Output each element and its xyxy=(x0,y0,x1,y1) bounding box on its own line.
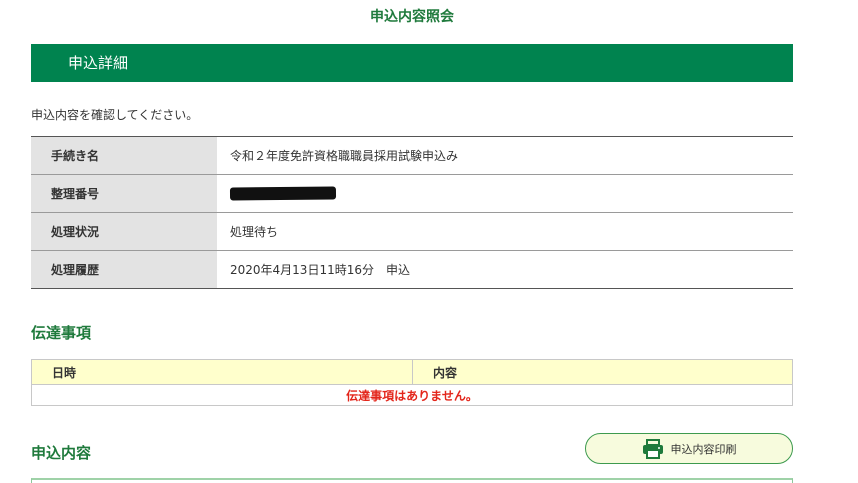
detail-banner: 申込詳細 xyxy=(31,44,793,82)
detail-table: 手続き名 令和２年度免許資格職職員採用試験申込み 整理番号 処理状況 処理待ち … xyxy=(31,136,793,289)
detail-label: 整理番号 xyxy=(31,175,217,212)
detail-label: 手続き名 xyxy=(31,137,217,174)
detail-value: 2020年4月13日11時16分 申込 xyxy=(230,263,410,277)
detail-value: 処理待ち xyxy=(230,225,279,239)
printer-icon xyxy=(642,438,663,459)
messages-empty-notice: 伝達事項はありません。 xyxy=(31,385,793,406)
column-header-content: 内容 xyxy=(433,365,458,380)
messages-table-header: 日時 内容 xyxy=(31,359,793,385)
detail-row-history: 処理履歴 2020年4月13日11時16分 申込 xyxy=(31,251,793,289)
messages-table: 日時 内容 伝達事項はありません。 xyxy=(31,359,793,406)
detail-label: 処理状況 xyxy=(31,213,217,250)
application-heading: 申込内容 xyxy=(31,444,92,462)
detail-label: 処理履歴 xyxy=(31,251,217,288)
detail-row-status: 処理状況 処理待ち xyxy=(31,213,793,251)
detail-row-procedure-name: 手続き名 令和２年度免許資格職職員採用試験申込み xyxy=(31,137,793,175)
messages-heading: 伝達事項 xyxy=(31,324,92,342)
instruction-text: 申込内容を確認してください。 xyxy=(31,108,199,122)
page-title: 申込内容照会 xyxy=(370,9,454,25)
application-content-box xyxy=(31,478,793,483)
detail-row-reference-number: 整理番号 xyxy=(31,175,793,213)
print-application-button[interactable]: 申込内容印刷 xyxy=(585,433,793,464)
detail-value xyxy=(217,175,793,212)
redacted-reference-number xyxy=(229,186,337,201)
print-button-label: 申込内容印刷 xyxy=(670,442,737,456)
detail-value: 令和２年度免許資格職職員採用試験申込み xyxy=(230,149,459,163)
column-header-datetime: 日時 xyxy=(32,360,413,384)
detail-banner-title: 申込詳細 xyxy=(68,54,129,72)
